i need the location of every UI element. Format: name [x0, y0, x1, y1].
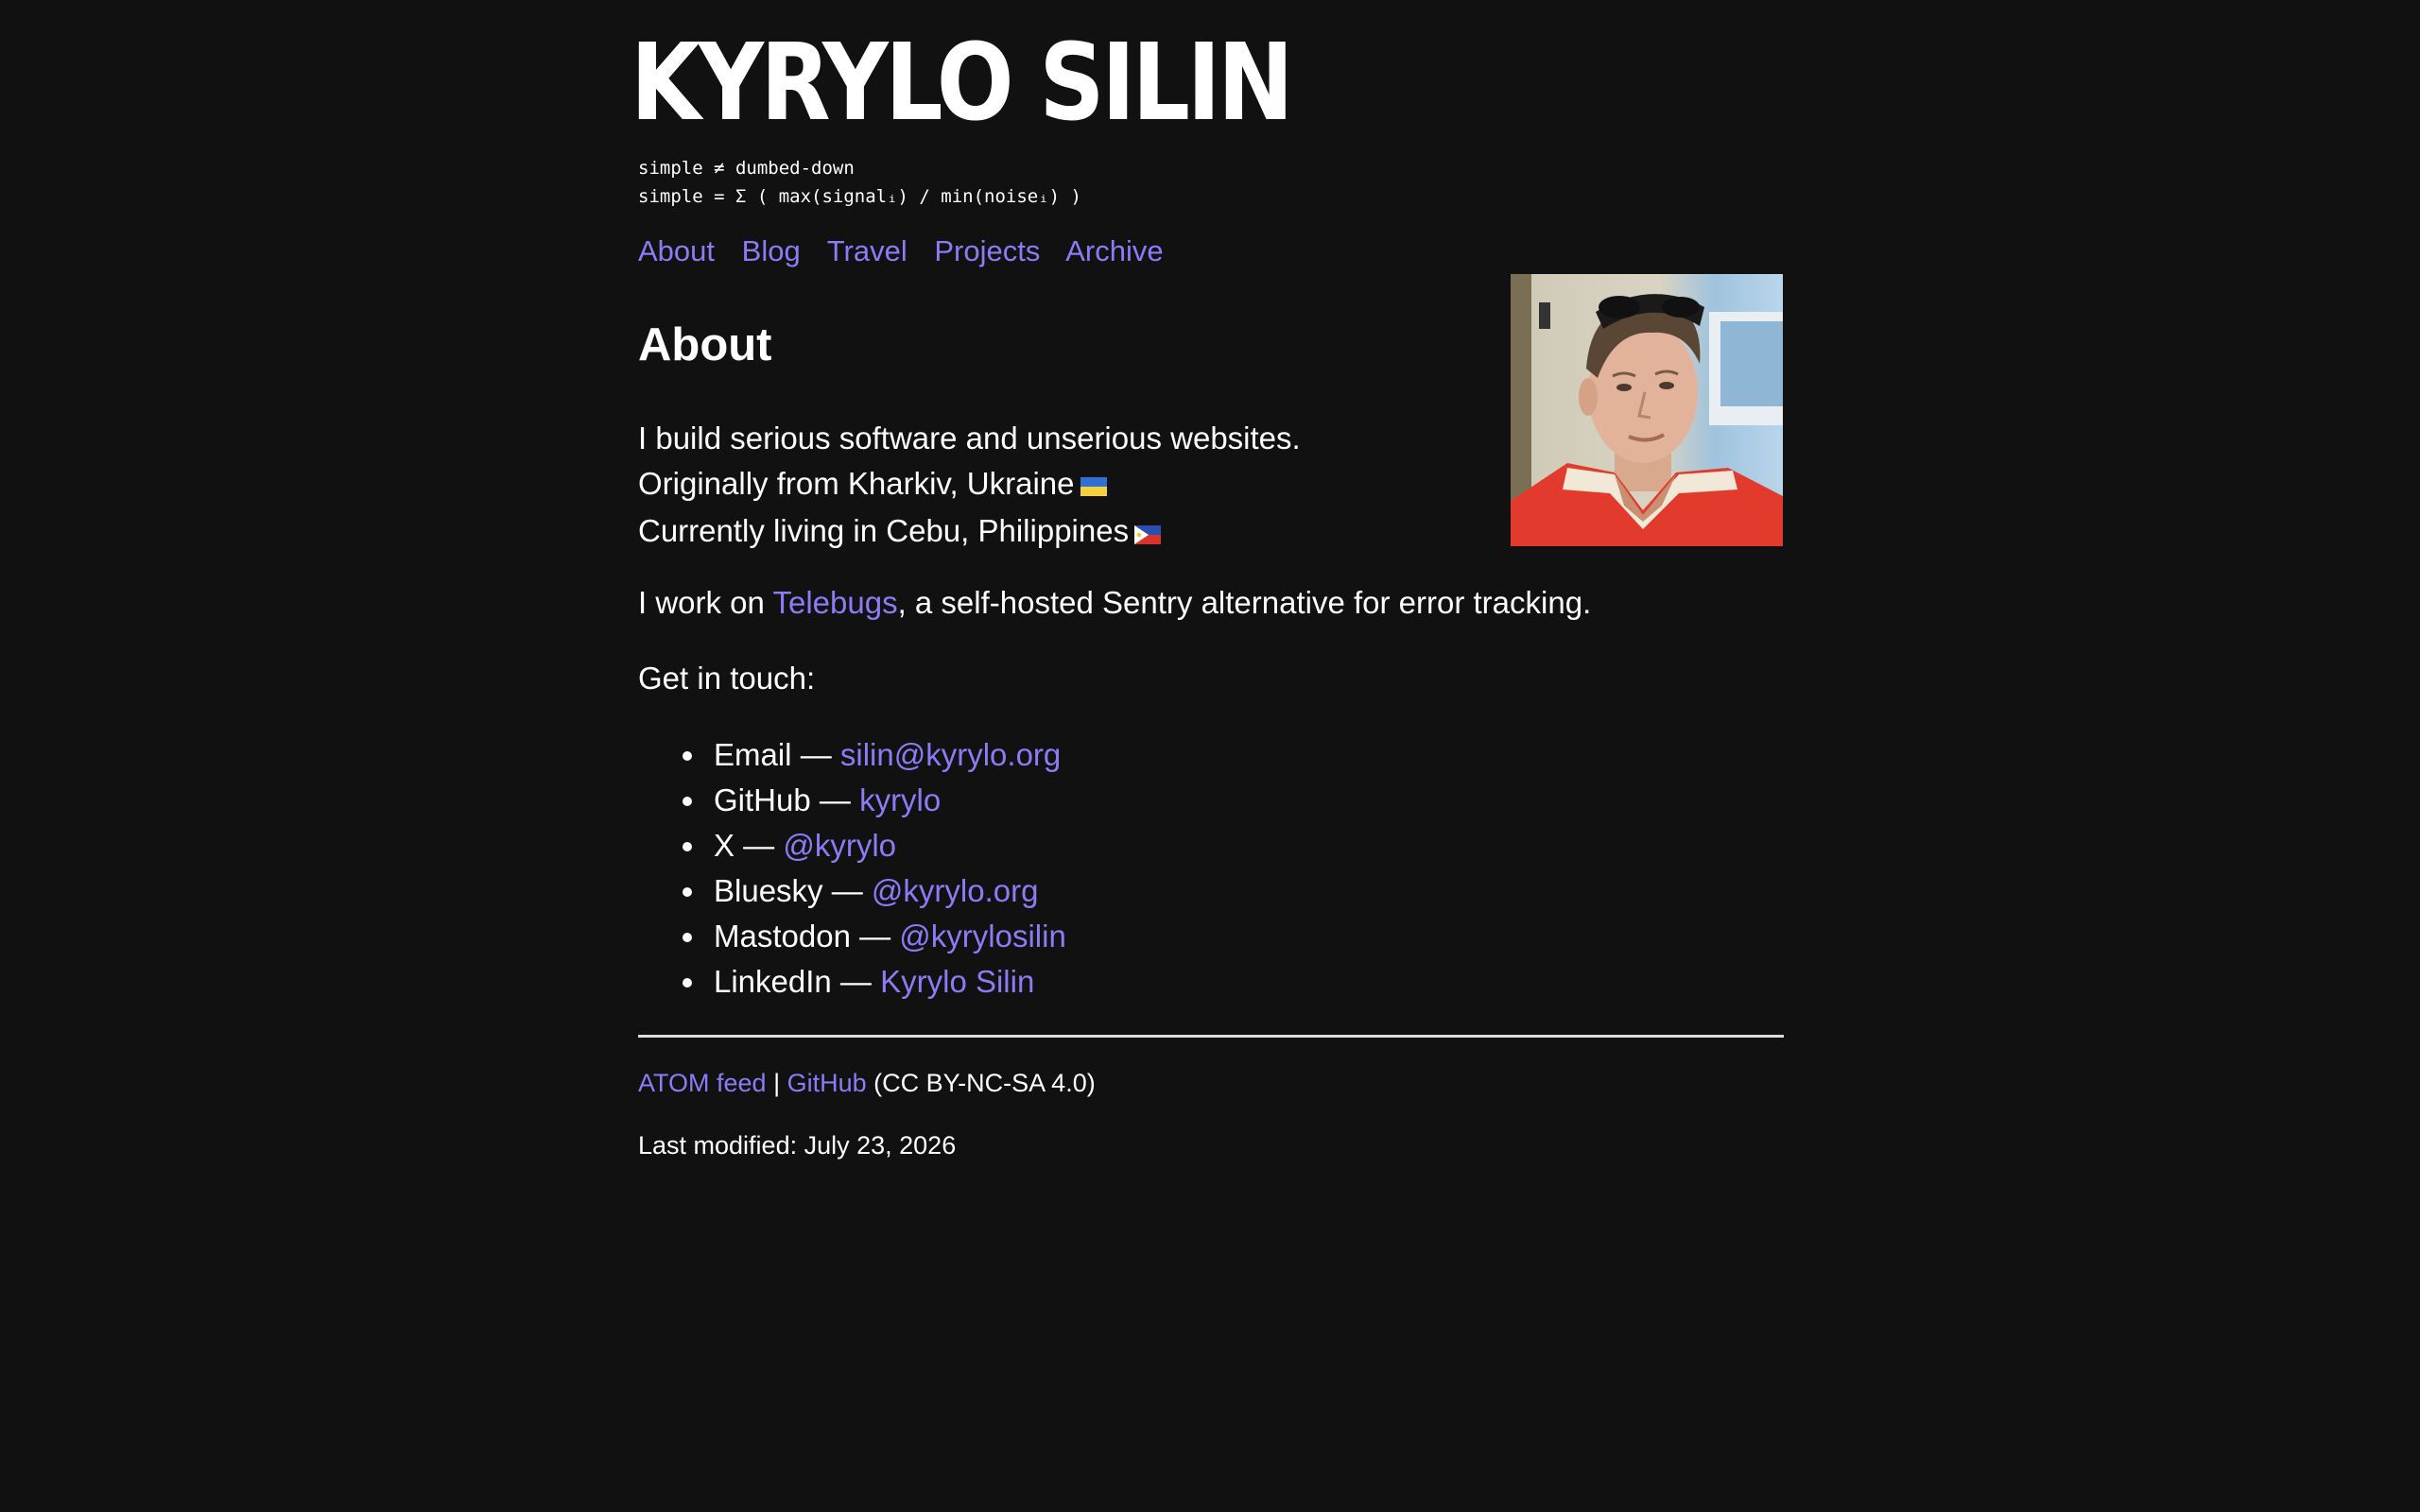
contact-item-x: X — @kyrylo [638, 823, 1066, 868]
bullet-icon [683, 842, 692, 851]
contact-label: Mastodon [714, 919, 851, 954]
main-nav: About Blog Travel Projects Archive [638, 232, 1183, 270]
telebugs-link[interactable]: Telebugs [772, 585, 897, 620]
philippines-flag-icon [1134, 511, 1162, 557]
motto-line: simple = Σ ( max(signalᵢ) / min(noiseᵢ) … [638, 186, 1081, 207]
x-link[interactable]: @kyrylo [783, 828, 896, 863]
contact-separator: — [850, 919, 900, 954]
contact-label: LinkedIn [714, 964, 832, 999]
contact-item-mastodon: Mastodon — @kyrylosilin [638, 914, 1066, 959]
bullet-icon [683, 797, 692, 806]
intro-line: Originally from Kharkiv, Ukraine [638, 461, 1301, 508]
work-prefix: I work on [638, 585, 773, 620]
intro-line: I build serious software and unserious w… [638, 416, 1301, 461]
motto-line: simple ≠ dumbed-down [638, 158, 855, 179]
contact-item-github: GitHub — kyrylo [638, 778, 1066, 823]
bullet-icon [683, 751, 692, 761]
contact-separator: — [810, 782, 860, 817]
nav-blog[interactable]: Blog [742, 234, 801, 267]
intro-line-text: Originally from Kharkiv, Ukraine [638, 466, 1075, 501]
page-heading: About [638, 319, 772, 370]
contact-item-bluesky: Bluesky — @kyrylo.org [638, 868, 1066, 914]
nav-archive[interactable]: Archive [1065, 234, 1163, 267]
contact-separator: — [791, 737, 840, 772]
bullet-icon [683, 887, 692, 897]
bullet-icon [683, 978, 692, 988]
nav-travel[interactable]: Travel [827, 234, 908, 267]
intro-text: I build serious software and unserious w… [638, 416, 1301, 557]
linkedin-link[interactable]: Kyrylo Silin [880, 964, 1034, 999]
nav-about[interactable]: About [638, 234, 715, 267]
work-statement: I work on Telebugs, a self-hosted Sentry… [638, 580, 1591, 626]
contact-item-linkedin: LinkedIn — Kyrylo Silin [638, 959, 1066, 1005]
github-link[interactable]: kyrylo [859, 782, 941, 817]
intro-line: Currently living in Cebu, Philippines [638, 508, 1301, 556]
contact-item-email: Email — silin@kyrylo.org [638, 732, 1066, 778]
contact-label: GitHub [714, 782, 811, 817]
email-link[interactable]: silin@kyrylo.org [840, 737, 1061, 772]
contact-heading: Get in touch: [638, 661, 816, 696]
last-modified: Last modified: July 23, 2026 [638, 1131, 957, 1160]
contact-label: Email [714, 737, 792, 772]
footer-divider [638, 1035, 1784, 1038]
contact-list: Email — silin@kyrylo.org GitHub — kyrylo… [638, 732, 1066, 1005]
license-text: (CC BY-NC-SA 4.0) [866, 1069, 1096, 1097]
atom-feed-link[interactable]: ATOM feed [638, 1069, 767, 1097]
contact-separator: — [822, 873, 872, 908]
mastodon-link[interactable]: @kyrylosilin [899, 919, 1066, 954]
contact-label: Bluesky [714, 873, 823, 908]
footer-links: ATOM feed | GitHub (CC BY-NC-SA 4.0) [638, 1066, 1096, 1100]
site-motto: simple ≠ dumbed-down simple = Σ ( max(sig… [638, 154, 1081, 211]
ukraine-flag-icon [1080, 463, 1107, 508]
bullet-icon [683, 933, 692, 942]
intro-line-text: Currently living in Cebu, Philippines [638, 513, 1130, 549]
footer-separator: | [766, 1069, 787, 1097]
intro-line-text: I build serious software and unserious w… [638, 421, 1301, 455]
work-suffix: , a self-hosted Sentry alternative for e… [897, 585, 1592, 620]
contact-separator: — [735, 828, 784, 863]
bluesky-link[interactable]: @kyrylo.org [872, 873, 1039, 908]
profile-photo [1511, 274, 1783, 546]
contact-label: X [714, 828, 735, 863]
nav-projects[interactable]: Projects [934, 234, 1040, 267]
contact-separator: — [831, 964, 881, 999]
site-title[interactable]: KYRYLO SILIN [631, 30, 1294, 136]
footer-github-link[interactable]: GitHub [787, 1069, 867, 1097]
